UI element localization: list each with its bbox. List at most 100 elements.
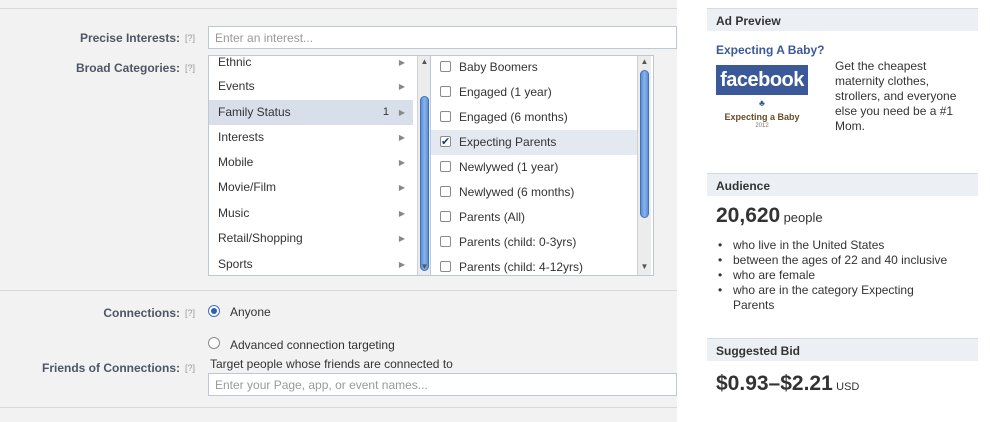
scroll-thumb[interactable]: [640, 70, 649, 218]
category-item[interactable]: Interests ▶: [209, 125, 413, 150]
category-item[interactable]: Sports ▶: [209, 252, 413, 275]
help-icon[interactable]: [?]: [185, 33, 195, 43]
checkbox-checked[interactable]: [440, 130, 451, 155]
anyone-label: Anyone: [230, 305, 271, 319]
category-item[interactable]: Mobile ▶: [209, 150, 413, 175]
ad-body: Get the cheapest maternity clothes, stro…: [835, 59, 957, 133]
ad-preview-title: Ad Preview: [707, 8, 978, 31]
suggested-bid-panel: $0.93–$2.21 USD: [707, 361, 978, 411]
option-label: Expecting Parents: [459, 135, 557, 149]
friends-of-connections-label: Friends of Connections:: [42, 361, 180, 375]
chevron-right-icon: ▶: [398, 234, 405, 243]
option-item-expecting-parents[interactable]: Expecting Parents: [431, 130, 639, 155]
category-label: Family Status: [218, 105, 291, 119]
divider: [0, 290, 677, 291]
chevron-right-icon: ▶: [398, 260, 405, 269]
ad-title[interactable]: Expecting A Baby?: [716, 43, 824, 57]
checkbox[interactable]: [440, 86, 451, 97]
chevron-right-icon: ▶: [398, 133, 405, 142]
ad-preview: Expecting A Baby? facebook ♣ Expecting a…: [707, 31, 978, 161]
help-icon[interactable]: [?]: [185, 63, 195, 73]
checkbox[interactable]: [440, 261, 451, 272]
option-item[interactable]: Parents (child: 0-3yrs): [431, 230, 639, 255]
precise-interests-label: Precise Interests:: [79, 31, 180, 45]
category-label: Sports: [218, 257, 253, 271]
category-list[interactable]: Ethnic ▶ Events ▶ Family Status 1 ▶ Inte…: [208, 55, 432, 276]
option-label: Engaged (1 year): [459, 85, 552, 99]
audience-criterion: • who are female: [718, 268, 816, 282]
audience-title: Audience: [707, 173, 978, 196]
friends-description: Target people whose friends are connecte…: [210, 357, 453, 371]
audience-criterion: • between the ages of 22 and 40 inclusive: [718, 253, 948, 267]
option-item[interactable]: Engaged (6 months): [431, 105, 639, 130]
chevron-right-icon: ▶: [398, 209, 405, 218]
criterion-text: who are in the category Expecting Parent…: [733, 283, 914, 312]
chevron-right-icon: ▶: [398, 183, 405, 192]
help-icon[interactable]: [?]: [185, 363, 195, 373]
subcategory-scrollbar[interactable]: ▲ ▼: [637, 56, 651, 275]
option-label: Baby Boomers: [459, 60, 538, 74]
checkbox[interactable]: [440, 111, 451, 122]
option-item[interactable]: Parents (All): [431, 205, 639, 230]
category-item[interactable]: Music ▶: [209, 201, 413, 226]
option-item[interactable]: Baby Boomers: [431, 56, 639, 80]
option-item[interactable]: Parents (child: 4-12yrs): [431, 255, 639, 275]
option-label: Newlywed (1 year): [459, 160, 559, 174]
option-item[interactable]: Newlywed (6 months): [431, 180, 639, 205]
checkbox[interactable]: [440, 211, 451, 222]
help-icon[interactable]: [?]: [185, 308, 195, 318]
bid-range: $0.93–$2.21: [716, 372, 833, 395]
chevron-right-icon: ▶: [398, 58, 405, 67]
option-label: Newlywed (6 months): [459, 185, 575, 199]
suggested-bid-title: Suggested Bid: [707, 338, 978, 361]
category-label: Mobile: [218, 155, 254, 169]
connections-label: Connections:: [103, 306, 180, 320]
advanced-targeting-label: Advanced connection targeting: [230, 338, 395, 352]
category-label: Movie/Film: [218, 180, 277, 194]
audience-criterion: • who are in the category Expecting Paren…: [718, 283, 914, 312]
category-label: Music: [218, 206, 250, 220]
category-item[interactable]: Events ▶: [209, 74, 413, 99]
option-item[interactable]: Engaged (1 year): [431, 80, 639, 105]
audience-count: 20,620: [716, 204, 781, 227]
category-item[interactable]: Retail/Shopping ▶: [209, 226, 413, 251]
audience-estimate: 20,620 people: [716, 204, 823, 228]
checkbox[interactable]: [440, 236, 451, 247]
facebook-logo: facebook: [716, 65, 808, 95]
category-item-family-status[interactable]: Family Status 1 ▶: [209, 100, 413, 125]
category-label: Ethnic: [218, 55, 252, 69]
precise-interests-input[interactable]: Enter an interest...: [208, 26, 677, 49]
audience-criterion: • who live in the United States: [718, 238, 885, 252]
broad-categories-label: Broad Categories:: [75, 61, 180, 75]
category-label: Interests: [218, 130, 265, 144]
divider: [0, 8, 677, 9]
category-item[interactable]: Ethnic ▶: [209, 55, 413, 75]
category-item[interactable]: Movie/Film ▶: [209, 175, 413, 200]
audience-unit: people: [783, 210, 823, 225]
anyone-radio[interactable]: [208, 305, 220, 317]
scroll-up-icon[interactable]: ▲: [638, 56, 651, 68]
option-label: Parents (All): [459, 210, 526, 224]
criterion-text: who live in the United States: [733, 238, 885, 252]
checkbox[interactable]: [440, 161, 451, 172]
checkbox[interactable]: [440, 61, 451, 72]
option-item[interactable]: Newlywed (1 year): [431, 155, 639, 180]
advanced-targeting-radio[interactable]: [208, 337, 220, 349]
ad-image-caption: Expecting a Baby: [724, 112, 800, 122]
chevron-right-icon: ▶: [398, 158, 405, 167]
scroll-down-icon[interactable]: ▼: [638, 261, 651, 273]
category-label: Events: [218, 79, 255, 93]
ad-image: facebook ♣ Expecting a Baby 2012: [716, 65, 808, 129]
category-scrollbar[interactable]: ▲ ▼: [417, 56, 431, 275]
subcategory-list[interactable]: Baby Boomers Engaged (1 year) Engaged (6…: [430, 55, 654, 276]
criterion-text: between the ages of 22 and 40 inclusive: [733, 253, 948, 267]
chevron-right-icon: ▶: [398, 82, 405, 91]
divider: [0, 407, 677, 408]
page-app-event-input[interactable]: Enter your Page, app, or event names...: [208, 373, 677, 396]
checkbox[interactable]: [440, 186, 451, 197]
option-label: Parents (child: 0-3yrs): [459, 235, 577, 249]
option-label: Parents (child: 4-12yrs): [459, 260, 584, 274]
suggested-bid: $0.93–$2.21 USD: [716, 372, 859, 396]
category-label: Retail/Shopping: [218, 231, 303, 245]
scroll-thumb[interactable]: [420, 96, 429, 271]
